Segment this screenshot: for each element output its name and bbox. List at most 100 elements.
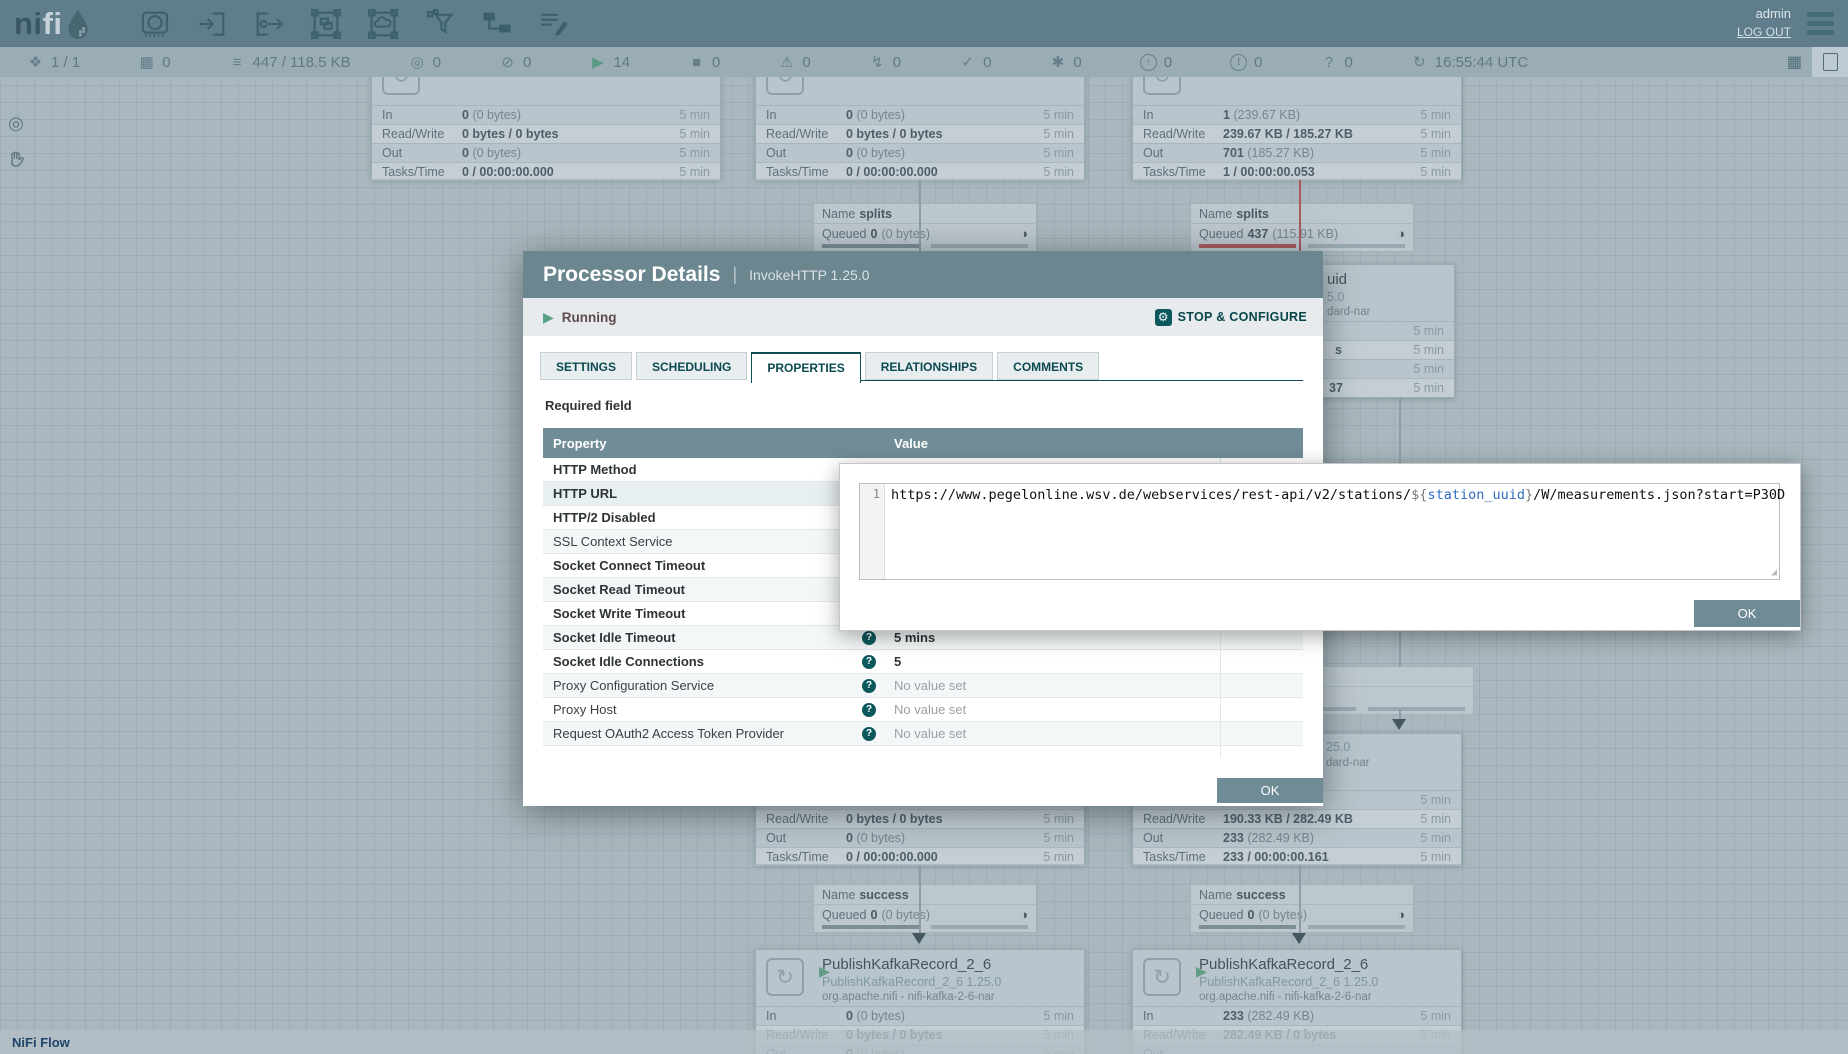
load-balance-icon: ◑ [1020, 226, 1028, 241]
processor-type: 25.0 [1326, 740, 1451, 756]
status-queued: ≡447 / 118.5 KB [229, 54, 351, 71]
stat-row: Out 0 (0 bytes) 5 min [372, 143, 720, 162]
run-status-label: Running [562, 310, 617, 325]
connection-arrow-icon [1392, 719, 1406, 737]
property-row-proxy-host[interactable]: Proxy Host? No value set [543, 698, 1303, 722]
processor-type-icon: ↻ [766, 958, 804, 996]
global-menu-icon[interactable] [1807, 12, 1834, 35]
help-icon[interactable]: ? [862, 727, 876, 741]
property-value[interactable]: No value set [884, 678, 1220, 693]
connection-line [919, 180, 921, 251]
help-icon[interactable]: ? [862, 679, 876, 693]
property-row-clipped[interactable]: ? [543, 746, 1303, 758]
processor-bundle: dard-nar [1326, 756, 1451, 770]
top-toolbar: nifi admin LOG OUT [0, 0, 1848, 47]
stat-row: Out 233 (282.49 KB) 5 min [1133, 828, 1461, 847]
stop-and-configure-button[interactable]: ⚙ STOP & CONFIGURE [1155, 309, 1307, 326]
stat-row: Read/Write 0 bytes / 0 bytes 5 min [756, 124, 1084, 143]
birdseye-icon[interactable]: ▦ [1787, 52, 1802, 72]
bulletin-toggle[interactable] [1812, 47, 1848, 77]
connection-success-left[interactable]: Name success Queued 0 (0 bytes)◑ [813, 884, 1037, 933]
expression-close-brace: } [1525, 487, 1533, 503]
up-to-date-count: 0 [983, 54, 991, 71]
run-status-strip: ▶ Running ⚙ STOP & CONFIGURE [523, 298, 1323, 336]
tab-settings[interactable]: SETTINGS [540, 352, 632, 380]
connection-splits-left[interactable]: Name splits Queued 0 (0 bytes)◑ [813, 203, 1037, 252]
status-invalid: ⚠0 [778, 53, 810, 71]
line-number-gutter: 1 [860, 484, 885, 579]
stop-and-configure-label: STOP & CONFIGURE [1178, 310, 1307, 324]
label-icon[interactable] [536, 6, 572, 42]
bulletin-icon [1823, 53, 1838, 71]
value-editor-popup: 1 https://www.pegelonline.wsv.de/webserv… [839, 463, 1801, 631]
disabled-count: 0 [893, 54, 901, 71]
connection-stats-bars [814, 243, 1036, 251]
stale-icon: ↑ [1140, 54, 1157, 71]
load-balance-icon: ◑ [1020, 907, 1028, 922]
connection-stats-bars [1191, 243, 1413, 251]
help-icon[interactable]: ? [862, 655, 876, 669]
active-threads-icon: ▦ [138, 53, 155, 71]
url-text: https://www.pegelonline.wsv.de/webservic… [891, 487, 1411, 503]
status-sync-failure: ?0 [1320, 54, 1352, 71]
connection-arrow-icon [1292, 933, 1306, 951]
logout-link[interactable]: LOG OUT [1737, 24, 1791, 41]
property-row-socket-idle-connections[interactable]: Socket Idle Connections? 5 [543, 650, 1303, 674]
stat-row: Out 0 (0 bytes) 5 min [756, 143, 1084, 162]
connected-nodes-count: 1 / 1 [51, 54, 80, 71]
stopped-icon: ■ [688, 54, 705, 71]
load-balance-icon: ◑ [1397, 226, 1405, 241]
dialog-ok-button[interactable]: OK [1217, 778, 1323, 803]
process-group-icon[interactable] [308, 6, 344, 42]
connected-nodes-icon: ❖ [27, 53, 44, 71]
property-row-proxy-configuration-service[interactable]: Proxy Configuration Service? No value se… [543, 674, 1303, 698]
locally-modified-stale-count: 0 [1254, 54, 1262, 71]
stat-row: In 1 (239.67 KB) 5 min [1133, 105, 1461, 124]
stat-row: In 0 (0 bytes) 5 min [372, 105, 720, 124]
queued-icon: ≡ [229, 54, 246, 71]
stat-row: Read/Write 190.33 KB / 282.49 KB 5 min [1133, 809, 1461, 828]
expression-editor[interactable]: 1 https://www.pegelonline.wsv.de/webserv… [859, 483, 1780, 580]
input-port-icon[interactable] [194, 6, 230, 42]
running-count: 14 [613, 54, 630, 71]
processor-bundle: dard-nar [1327, 305, 1444, 319]
property-value[interactable]: No value set [884, 726, 1220, 741]
connection-success-right[interactable]: Name success Queued 0 (0 bytes)◑ [1190, 884, 1414, 933]
tab-scheduling[interactable]: SCHEDULING [636, 352, 747, 380]
connection-stats-bars [1191, 924, 1413, 932]
template-icon[interactable] [479, 6, 515, 42]
processor-icon[interactable] [137, 6, 173, 42]
help-icon[interactable]: ? [862, 703, 876, 717]
connection-line [1299, 865, 1301, 943]
up-to-date-icon: ✓ [959, 53, 976, 71]
connection-splits-right[interactable]: Name splits Queued 437 (115.91 KB)◑ [1190, 203, 1414, 252]
status-disabled: ↯0 [869, 53, 901, 71]
stat-row: Tasks/Time 1 / 00:00:00.053 5 min [1133, 162, 1461, 181]
transmitting-icon: ◎ [409, 53, 426, 71]
operate-hand-icon[interactable] [5, 149, 27, 171]
tab-properties[interactable]: PROPERTIES [751, 352, 860, 383]
property-value[interactable]: No value set [884, 702, 1220, 717]
remote-process-group-icon[interactable] [365, 6, 401, 42]
running-icon: ▶ [589, 53, 606, 71]
last-refresh-icon: ↻ [1411, 53, 1428, 71]
transmitting-count: 0 [433, 54, 441, 71]
editor-code-line[interactable]: https://www.pegelonline.wsv.de/webservic… [885, 484, 1791, 579]
status-not-transmitting: ⊘0 [499, 53, 531, 71]
breadcrumb[interactable]: NiFi Flow [12, 1035, 70, 1050]
navigate-icon[interactable]: ◎ [5, 112, 27, 134]
property-row-request-oauth2-access-token-provider[interactable]: Request OAuth2 Access Token Provider? No… [543, 722, 1303, 746]
tab-comments[interactable]: COMMENTS [997, 352, 1099, 380]
resize-handle-icon[interactable]: ◢ [1771, 567, 1777, 578]
help-icon[interactable]: ? [862, 631, 876, 645]
status-last-refresh[interactable]: ↻16:55:44 UTC [1411, 53, 1528, 71]
invalid-count: 0 [802, 54, 810, 71]
stat-row: Tasks/Time 0 / 00:00:00.000 5 min [756, 162, 1084, 181]
tab-relationships[interactable]: RELATIONSHIPS [865, 352, 993, 380]
property-value[interactable]: 5 [884, 654, 1220, 669]
funnel-icon[interactable] [422, 6, 458, 42]
property-value[interactable]: 5 mins [884, 630, 1220, 645]
editor-ok-button[interactable]: OK [1694, 600, 1800, 627]
value-column-header: Value [884, 436, 1220, 451]
output-port-icon[interactable] [251, 6, 287, 42]
